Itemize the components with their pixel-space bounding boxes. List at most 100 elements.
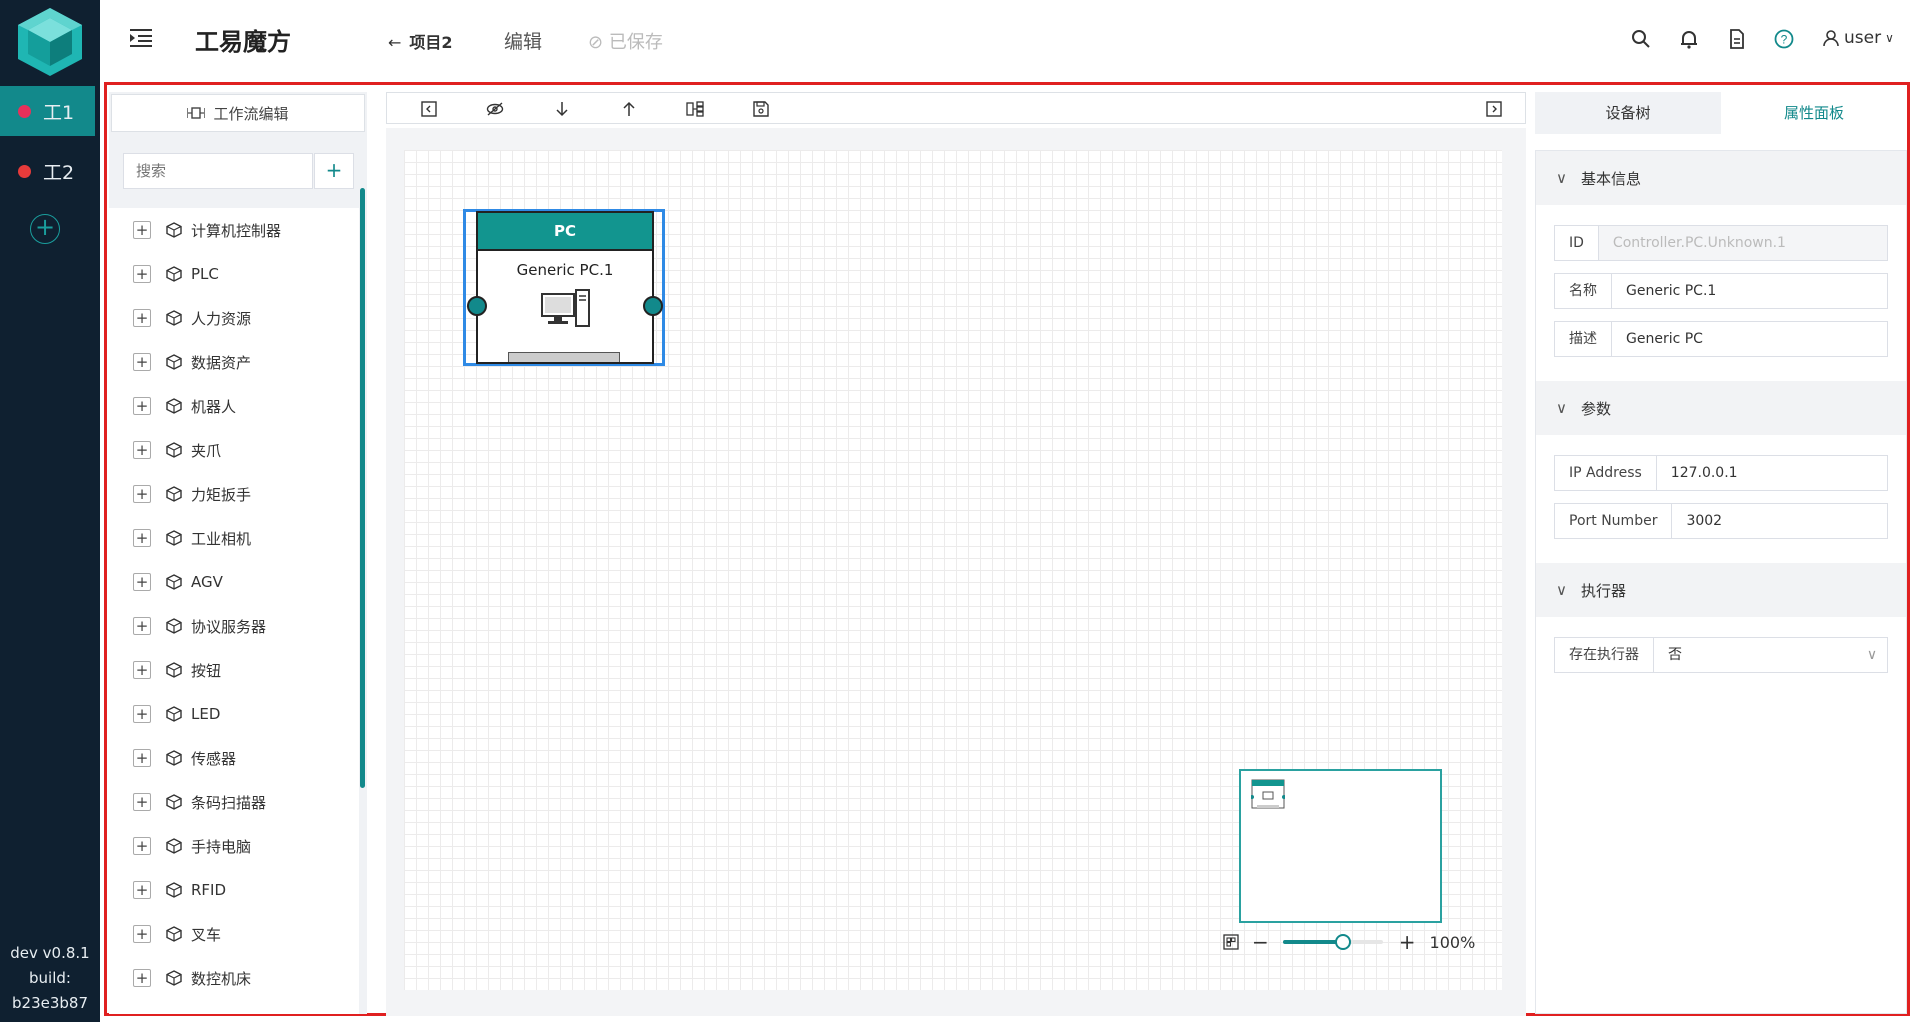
executor-exists-select[interactable]: 否 xyxy=(1654,638,1857,672)
tree-item[interactable]: + 传感器 xyxy=(109,736,359,780)
cube-icon xyxy=(166,750,182,766)
tree-item[interactable]: + LED xyxy=(109,692,359,736)
cube-icon xyxy=(166,486,182,502)
executor-exists-field[interactable]: 存在执行器 否 ∨ xyxy=(1554,637,1888,673)
expand-icon[interactable]: + xyxy=(133,793,151,811)
tree-item-label: 数控机床 xyxy=(191,969,252,988)
computer-icon xyxy=(541,289,590,327)
tree-item[interactable]: + 数据资产 xyxy=(109,340,359,384)
tree-item-label: 叉车 xyxy=(191,925,222,944)
zoom-slider-thumb[interactable] xyxy=(1334,934,1351,950)
bell-icon[interactable] xyxy=(1678,28,1700,50)
description-field[interactable]: 描述 Generic PC xyxy=(1554,321,1888,357)
tree-item[interactable]: + 计算机控制器 xyxy=(109,208,359,252)
arrow-down-icon[interactable] xyxy=(552,99,572,119)
tab-device-tree[interactable]: 设备树 xyxy=(1535,92,1721,134)
expand-icon[interactable]: + xyxy=(133,309,151,327)
ip-address-input[interactable]: 127.0.0.1 xyxy=(1657,456,1887,490)
cube-icon xyxy=(166,706,182,722)
port-number-field[interactable]: Port Number 3002 xyxy=(1554,503,1888,539)
expand-icon[interactable]: + xyxy=(133,265,151,283)
rail-tab-1[interactable]: 工1 xyxy=(0,86,95,136)
name-input[interactable]: Generic PC.1 xyxy=(1612,274,1887,308)
tree-item[interactable]: + 力矩扳手 xyxy=(109,472,359,516)
back-to-project-link[interactable]: ← 项目2 xyxy=(388,29,453,53)
build-label: build: xyxy=(29,969,71,987)
search-icon[interactable] xyxy=(1630,28,1652,50)
tree-item[interactable]: + 叉车 xyxy=(109,912,359,956)
device-node-pc[interactable]: PC Generic PC.1 xyxy=(476,211,654,364)
expand-icon[interactable]: + xyxy=(133,661,151,679)
device-tree: + 计算机控制器 + PLC + 人力资源 + 数据资产 + 机器人 + 夹爪 + 力矩扳手 + 工业相机 + A… xyxy=(109,208,359,1014)
tree-item[interactable]: + 数控机床 xyxy=(109,956,359,1000)
tree-item[interactable]: + 机器人 xyxy=(109,384,359,428)
expand-icon[interactable]: + xyxy=(133,397,151,415)
expand-icon[interactable]: + xyxy=(133,749,151,767)
tree-item[interactable]: + 协议服务器 xyxy=(109,604,359,648)
cube-icon xyxy=(166,794,182,810)
scrollbar[interactable] xyxy=(360,188,365,788)
expand-icon[interactable]: + xyxy=(133,221,151,239)
layout-tree-icon[interactable] xyxy=(685,99,705,119)
zoom-in-button[interactable]: + xyxy=(1399,930,1416,954)
chevron-down-icon[interactable]: ∨ xyxy=(1857,638,1887,672)
help-icon[interactable]: ? xyxy=(1773,28,1795,50)
tree-item[interactable]: + 工业相机 xyxy=(109,516,359,560)
expand-icon[interactable]: + xyxy=(133,925,151,943)
user-menu[interactable]: user ∨ xyxy=(1822,28,1894,48)
top-header: 工易魔方 ← 项目2 编辑 ⊘ 已保存 ? user ∨ xyxy=(100,0,1920,80)
output-port[interactable] xyxy=(643,296,663,316)
device-search-input[interactable] xyxy=(123,153,313,189)
svg-text:?: ? xyxy=(1781,33,1788,47)
input-port[interactable] xyxy=(467,296,487,316)
name-field[interactable]: 名称 Generic PC.1 xyxy=(1554,273,1888,309)
arrow-up-icon[interactable] xyxy=(619,99,639,119)
expand-icon[interactable]: + xyxy=(133,485,151,503)
tree-item[interactable]: + 手持电脑 xyxy=(109,824,359,868)
expand-icon[interactable]: + xyxy=(133,837,151,855)
document-icon[interactable] xyxy=(1726,28,1748,50)
tree-item[interactable]: + 按钮 xyxy=(109,648,359,692)
tree-item[interactable]: + PLC xyxy=(109,252,359,296)
section-executor-header[interactable]: ∨ 执行器 xyxy=(1536,563,1906,617)
edit-mode-label[interactable]: 编辑 xyxy=(504,27,542,54)
port-number-input[interactable]: 3002 xyxy=(1672,504,1887,538)
cube-icon xyxy=(166,970,182,986)
tree-item[interactable]: + RFID xyxy=(109,868,359,912)
tree-item[interactable]: + 条码扫描器 xyxy=(109,780,359,824)
expand-icon[interactable]: + xyxy=(133,529,151,547)
fit-view-icon[interactable] xyxy=(1222,933,1240,951)
tree-item[interactable]: + 人力资源 xyxy=(109,296,359,340)
status-dot xyxy=(18,104,31,118)
save-icon[interactable] xyxy=(751,99,771,119)
tree-item[interactable]: + 夹爪 xyxy=(109,428,359,472)
description-input[interactable]: Generic PC xyxy=(1612,322,1887,356)
collapse-right-icon[interactable] xyxy=(1484,99,1504,119)
collapse-left-icon[interactable] xyxy=(419,99,439,119)
expand-icon[interactable]: + xyxy=(133,353,151,371)
zoom-slider-fill xyxy=(1282,940,1343,944)
expand-icon[interactable]: + xyxy=(133,441,151,459)
expand-icon[interactable]: + xyxy=(133,617,151,635)
section-basic-header[interactable]: ∨ 基本信息 xyxy=(1536,151,1906,205)
chevron-down-icon: ∨ xyxy=(1556,169,1567,187)
section-params-header[interactable]: ∨ 参数 xyxy=(1536,381,1906,435)
menu-toggle-icon[interactable] xyxy=(130,28,152,48)
zoom-slider[interactable] xyxy=(1282,932,1383,952)
tab-properties[interactable]: 属性面板 xyxy=(1721,92,1907,134)
add-tab-button[interactable]: + xyxy=(30,214,60,244)
hide-eye-icon[interactable] xyxy=(485,99,505,119)
rail-tab-2[interactable]: 工2 xyxy=(0,146,95,196)
ip-address-field[interactable]: IP Address 127.0.0.1 xyxy=(1554,455,1888,491)
expand-icon[interactable]: + xyxy=(133,705,151,723)
expand-icon[interactable]: + xyxy=(133,881,151,899)
zoom-out-button[interactable]: − xyxy=(1252,930,1269,954)
add-device-button[interactable]: + xyxy=(314,153,354,189)
minimap[interactable] xyxy=(1239,769,1442,923)
tree-item[interactable]: + AGV xyxy=(109,560,359,604)
chevron-down-icon: ∨ xyxy=(1885,31,1894,45)
workflow-edit-button[interactable]: 工作流编辑 xyxy=(111,94,365,132)
expand-icon[interactable]: + xyxy=(133,573,151,591)
expand-icon[interactable]: + xyxy=(133,969,151,987)
chevron-down-icon: ∨ xyxy=(1556,581,1567,599)
